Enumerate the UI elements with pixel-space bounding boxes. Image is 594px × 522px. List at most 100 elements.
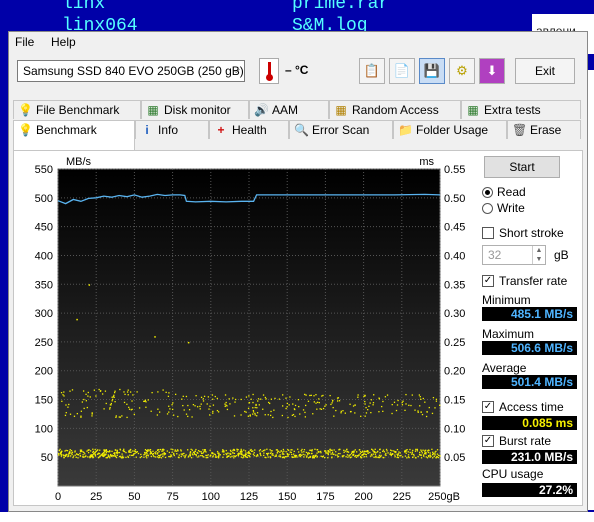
access-time-point bbox=[331, 402, 333, 404]
access-time-point bbox=[410, 404, 412, 407]
access-time-point bbox=[395, 409, 398, 412]
menu-file[interactable]: File bbox=[15, 35, 34, 49]
access-time-point bbox=[227, 452, 229, 454]
access-time-point bbox=[298, 405, 300, 408]
burst-rate-checkbox[interactable]: ✓ bbox=[482, 435, 494, 447]
access-time-point bbox=[378, 454, 381, 456]
access-time-point bbox=[146, 452, 148, 455]
tab-health[interactable]: + Health bbox=[209, 120, 289, 139]
access-time-point bbox=[282, 394, 284, 396]
access-time-point bbox=[91, 413, 93, 415]
y-axis-left-label: MB/s bbox=[66, 156, 92, 168]
x-tick: 125 bbox=[240, 491, 258, 503]
access-time-point bbox=[109, 457, 111, 459]
access-time-point bbox=[98, 388, 100, 391]
tab-folder-usage[interactable]: 📁 Folder Usage bbox=[393, 120, 507, 139]
menu-help[interactable]: Help bbox=[51, 35, 76, 49]
short-stroke-spinner[interactable]: 32 ▲ ▼ bbox=[482, 245, 546, 265]
access-time-point bbox=[362, 450, 364, 452]
access-time-point bbox=[370, 453, 373, 456]
access-time-point bbox=[127, 455, 129, 458]
tab-error-scan[interactable]: 🔍 Error Scan bbox=[289, 120, 393, 139]
access-time-point bbox=[91, 415, 93, 417]
access-time-point bbox=[133, 450, 136, 452]
tab-random-access[interactable]: ▦ Random Access bbox=[329, 100, 461, 119]
access-time-point bbox=[279, 454, 281, 456]
access-time-point bbox=[370, 399, 373, 401]
spinner-up-icon[interactable]: ▲ bbox=[532, 246, 545, 255]
access-time-point bbox=[229, 452, 231, 455]
access-time-point bbox=[304, 416, 307, 418]
access-time-point bbox=[229, 403, 231, 405]
access-time-point bbox=[111, 450, 113, 452]
terminal-line: prime.rar bbox=[292, 0, 390, 14]
access-time-point bbox=[292, 403, 294, 405]
start-button[interactable]: Start bbox=[484, 156, 560, 178]
access-time-point bbox=[304, 411, 306, 414]
access-time-point bbox=[322, 455, 325, 457]
save-icon[interactable]: 💾 bbox=[419, 58, 445, 84]
access-time-point bbox=[212, 404, 215, 406]
access-time-point bbox=[331, 400, 334, 402]
access-time-point bbox=[412, 449, 414, 452]
access-time-point bbox=[134, 452, 136, 454]
access-time-point bbox=[63, 391, 65, 393]
access-time-point bbox=[372, 402, 375, 404]
short-stroke-checkbox[interactable] bbox=[482, 227, 494, 239]
tab-erase[interactable]: 🗑 Erase bbox=[507, 120, 581, 139]
access-time-point bbox=[182, 395, 184, 397]
tab-file-benchmark[interactable]: 💡 File Benchmark bbox=[13, 100, 141, 119]
options-icon[interactable]: ⚙ bbox=[449, 58, 475, 84]
access-time-point bbox=[64, 450, 66, 452]
access-time-point bbox=[285, 397, 287, 399]
tab-aam[interactable]: 🔊 AAM bbox=[249, 100, 329, 119]
access-time-point bbox=[386, 394, 389, 396]
access-time-point bbox=[231, 455, 233, 457]
access-time-point bbox=[438, 454, 440, 457]
access-time-point bbox=[226, 408, 229, 411]
drive-select[interactable]: Samsung SSD 840 EVO 250GB (250 gB) ⌵ bbox=[17, 60, 245, 82]
access-time-point bbox=[423, 455, 425, 457]
access-time-point bbox=[83, 407, 85, 410]
access-time-point bbox=[287, 416, 289, 419]
access-time-point bbox=[422, 454, 425, 456]
access-time-point bbox=[333, 449, 335, 451]
tab-extra-tests[interactable]: ▦ Extra tests bbox=[461, 100, 581, 119]
access-time-point bbox=[207, 396, 210, 398]
access-time-point bbox=[113, 455, 115, 457]
exit-button[interactable]: Exit bbox=[515, 58, 575, 84]
access-time-point bbox=[394, 456, 396, 458]
access-time-point bbox=[76, 453, 78, 455]
write-label: Write bbox=[497, 201, 525, 215]
write-radio[interactable] bbox=[482, 203, 493, 214]
access-time-point bbox=[301, 454, 303, 457]
access-time-point bbox=[269, 452, 271, 455]
access-time-point bbox=[243, 456, 245, 458]
tab-benchmark[interactable]: 💡 Benchmark bbox=[13, 120, 135, 150]
y-tick-right: 0.40 bbox=[444, 250, 465, 262]
transfer-rate-checkbox[interactable]: ✓ bbox=[482, 275, 494, 287]
access-time-point bbox=[126, 403, 128, 405]
access-time-point bbox=[162, 448, 164, 450]
tab-info[interactable]: i Info bbox=[135, 120, 209, 139]
access-time-point bbox=[288, 453, 290, 456]
access-time-point bbox=[439, 455, 441, 457]
copy-text-icon[interactable]: 📋 bbox=[359, 58, 385, 84]
access-time-point bbox=[144, 453, 146, 455]
tab-disk-monitor[interactable]: ▦ Disk monitor bbox=[141, 100, 249, 119]
download-icon[interactable]: ⬇ bbox=[479, 58, 505, 84]
access-time-point bbox=[166, 413, 169, 415]
access-time-point bbox=[65, 453, 68, 456]
access-time-point bbox=[414, 450, 417, 452]
access-time-point bbox=[199, 450, 201, 453]
access-time-point bbox=[307, 457, 310, 459]
access-time-point bbox=[432, 396, 435, 399]
spinner-down-icon[interactable]: ▼ bbox=[532, 255, 545, 264]
access-time-point bbox=[202, 451, 205, 453]
read-radio[interactable] bbox=[482, 187, 493, 198]
access-time-point bbox=[350, 452, 353, 455]
access-time-point bbox=[342, 455, 344, 457]
access-time-checkbox[interactable]: ✓ bbox=[482, 401, 494, 413]
access-time-point bbox=[306, 452, 309, 454]
copy-screenshot-icon[interactable]: 📄 bbox=[389, 58, 415, 84]
